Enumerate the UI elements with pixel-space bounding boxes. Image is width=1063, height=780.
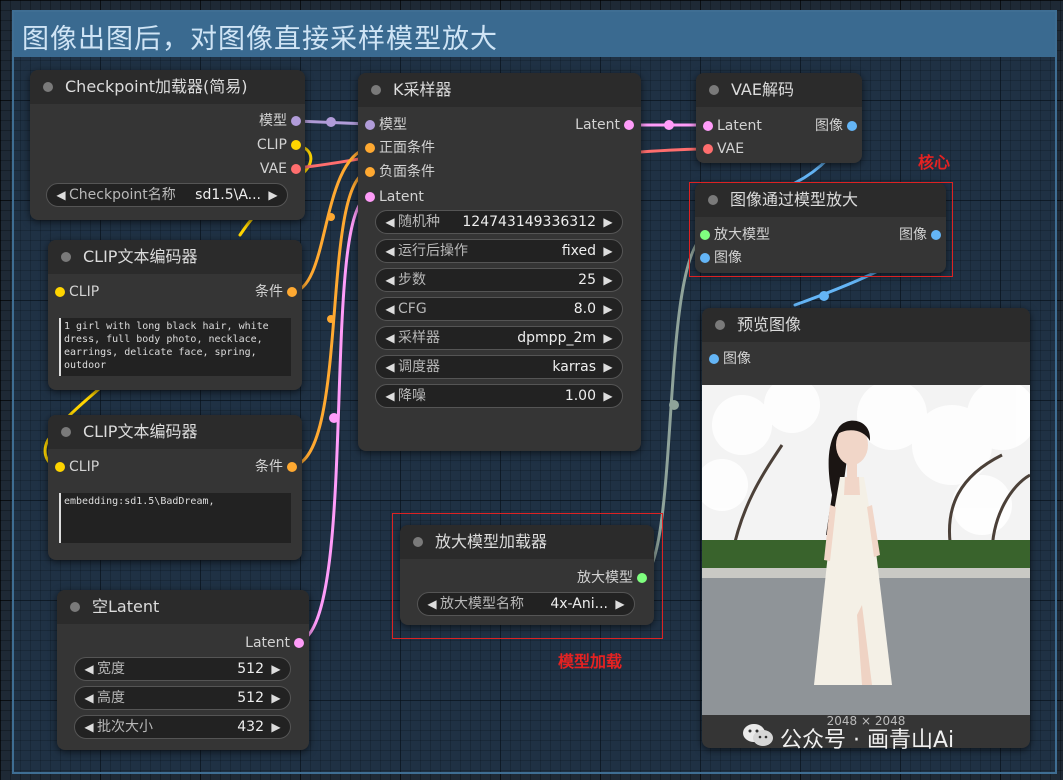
preview-image[interactable] — [702, 385, 1030, 715]
input-negative[interactable]: 负面条件 — [365, 162, 435, 182]
steps-widget[interactable]: ◀ 步数 25 ▶ — [375, 268, 623, 292]
denoise-widget[interactable]: ◀ 降噪 1.00 ▶ — [375, 384, 623, 408]
node-title[interactable]: VAE解码 — [696, 73, 862, 107]
increment-arrow-icon[interactable]: ▶ — [600, 327, 616, 349]
highlight-box-model-load — [392, 513, 663, 639]
increment-arrow-icon[interactable]: ▶ — [600, 211, 616, 233]
highlight-box-core — [689, 182, 953, 277]
decrement-arrow-icon[interactable]: ◀ — [382, 211, 398, 233]
prompt-textarea[interactable]: 1 girl with long black hair, white dress… — [59, 318, 291, 376]
collapse-dot-icon[interactable] — [61, 252, 71, 262]
cfg-widget[interactable]: ◀ CFG 8.0 ▶ — [375, 297, 623, 321]
width-widget[interactable]: ◀ 宽度 512 ▶ — [74, 657, 291, 681]
collapse-dot-icon[interactable] — [371, 85, 381, 95]
decrement-arrow-icon[interactable]: ◀ — [382, 327, 398, 349]
decrement-arrow-icon[interactable]: ◀ — [53, 184, 69, 206]
ksampler-node[interactable]: K采样器 模型 正面条件 负面条件 Latent Latent ◀ 随机种 12… — [358, 73, 641, 451]
output-conditioning[interactable]: 条件 — [255, 282, 297, 302]
node-title[interactable]: 预览图像 — [702, 308, 1030, 342]
sampler-widget[interactable]: ◀ 采样器 dpmpp_2m ▶ — [375, 326, 623, 350]
decrement-arrow-icon[interactable]: ◀ — [382, 240, 398, 262]
input-latent[interactable]: Latent — [365, 187, 424, 207]
scheduler-widget[interactable]: ◀ 调度器 karras ▶ — [375, 355, 623, 379]
height-widget[interactable]: ◀ 高度 512 ▶ — [74, 686, 291, 710]
increment-arrow-icon[interactable]: ▶ — [600, 298, 616, 320]
output-conditioning[interactable]: 条件 — [255, 457, 297, 477]
batch-size-widget[interactable]: ◀ 批次大小 432 ▶ — [74, 715, 291, 739]
input-image[interactable]: 图像 — [709, 349, 751, 369]
input-latent[interactable]: Latent — [703, 116, 762, 136]
group-title: 图像出图后，对图像直接采样模型放大 — [22, 24, 498, 55]
output-clip[interactable]: CLIP — [257, 135, 301, 155]
decrement-arrow-icon[interactable]: ◀ — [81, 658, 97, 680]
input-clip[interactable]: CLIP — [55, 457, 99, 477]
decrement-arrow-icon[interactable]: ◀ — [382, 356, 398, 378]
output-vae[interactable]: VAE — [260, 159, 301, 179]
decrement-arrow-icon[interactable]: ◀ — [382, 269, 398, 291]
increment-arrow-icon[interactable]: ▶ — [600, 385, 616, 407]
input-vae[interactable]: VAE — [703, 139, 744, 159]
clip-encoder-negative-node[interactable]: CLIP文本编码器 CLIP 条件 embedding:sd1.5\BadDre… — [48, 415, 302, 560]
collapse-dot-icon[interactable] — [709, 85, 719, 95]
wechat-icon — [742, 722, 774, 754]
vae-decode-node[interactable]: VAE解码 Latent VAE 图像 — [696, 73, 862, 163]
clip-encoder-positive-node[interactable]: CLIP文本编码器 CLIP 条件 1 girl with long black… — [48, 240, 302, 390]
checkpoint-loader-node[interactable]: Checkpoint加载器(简易) 模型 CLIP VAE ◀ Checkpoi… — [30, 70, 305, 220]
collapse-dot-icon[interactable] — [61, 427, 71, 437]
input-positive[interactable]: 正面条件 — [365, 138, 435, 158]
control-after-generate-widget[interactable]: ◀ 运行后操作 fixed ▶ — [375, 239, 623, 263]
increment-arrow-icon[interactable]: ▶ — [268, 687, 284, 709]
annotation-core: 核心 — [918, 153, 951, 172]
decrement-arrow-icon[interactable]: ◀ — [81, 687, 97, 709]
node-title[interactable]: K采样器 — [358, 73, 641, 107]
preview-image-node[interactable]: 预览图像 图像 2048 × 2048 — [702, 308, 1030, 748]
output-model[interactable]: 模型 — [259, 111, 301, 131]
input-model[interactable]: 模型 — [365, 115, 407, 135]
collapse-dot-icon[interactable] — [715, 320, 725, 330]
decrement-arrow-icon[interactable]: ◀ — [81, 716, 97, 738]
increment-arrow-icon[interactable]: ▶ — [265, 184, 281, 206]
prompt-textarea[interactable]: embedding:sd1.5\BadDream, — [59, 493, 291, 543]
increment-arrow-icon[interactable]: ▶ — [600, 356, 616, 378]
group-header[interactable]: 图像出图后，对图像直接采样模型放大 — [14, 12, 1055, 57]
increment-arrow-icon[interactable]: ▶ — [600, 269, 616, 291]
watermark: 公众号 · 画青山Ai — [742, 722, 954, 754]
annotation-model-load: 模型加载 — [558, 652, 623, 671]
increment-arrow-icon[interactable]: ▶ — [268, 716, 284, 738]
node-title[interactable]: 空Latent — [57, 590, 309, 624]
node-title[interactable]: CLIP文本编码器 — [48, 415, 302, 449]
increment-arrow-icon[interactable]: ▶ — [600, 240, 616, 262]
increment-arrow-icon[interactable]: ▶ — [268, 658, 284, 680]
collapse-dot-icon[interactable] — [43, 82, 53, 92]
seed-widget[interactable]: ◀ 随机种 124743149336312 ▶ — [375, 210, 623, 234]
output-image[interactable]: 图像 — [815, 116, 857, 136]
decrement-arrow-icon[interactable]: ◀ — [382, 298, 398, 320]
output-latent[interactable]: Latent — [245, 633, 304, 653]
node-title[interactable]: Checkpoint加载器(简易) — [30, 70, 305, 104]
input-clip[interactable]: CLIP — [55, 282, 99, 302]
node-title[interactable]: CLIP文本编码器 — [48, 240, 302, 274]
generated-photo — [702, 385, 1030, 715]
decrement-arrow-icon[interactable]: ◀ — [382, 385, 398, 407]
empty-latent-node[interactable]: 空Latent Latent ◀ 宽度 512 ▶ ◀ 高度 512 ▶ ◀ 批… — [57, 590, 309, 750]
output-latent[interactable]: Latent — [575, 115, 634, 135]
checkpoint-name-widget[interactable]: ◀ Checkpoint名称 sd1.5\A... ▶ — [46, 183, 288, 207]
node-canvas[interactable]: 图像出图后，对图像直接采样模型放大 Checkpoint加载器(简易) 模型 C… — [0, 0, 1063, 780]
collapse-dot-icon[interactable] — [70, 602, 80, 612]
